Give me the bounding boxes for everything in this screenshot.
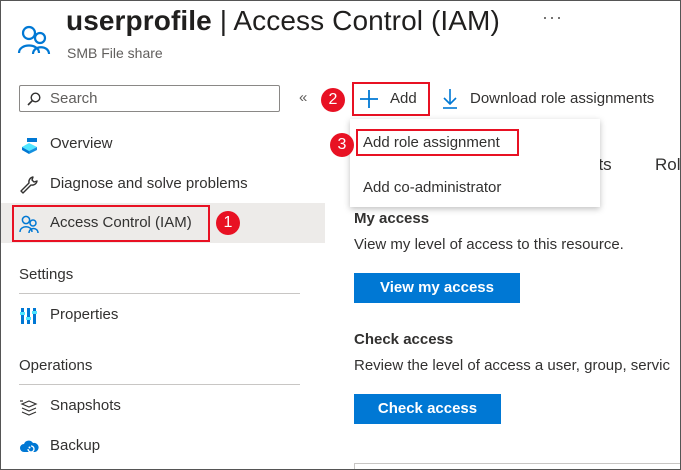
sidebar-item-label: Access Control (IAM) (50, 214, 192, 231)
check-access-description: Review the level of access a user, group… (354, 357, 670, 374)
search-placeholder: Search (50, 90, 98, 107)
content-card-edge (354, 463, 680, 469)
section-heading-settings: Settings (19, 266, 74, 283)
people-icon (17, 23, 51, 57)
check-access-button[interactable]: Check access (354, 394, 501, 424)
sidebar-item-access-control[interactable]: Access Control (IAM) (1, 203, 325, 243)
sidebar-item-snapshots[interactable]: Snapshots (1, 386, 325, 426)
download-role-assignments-button[interactable]: Download role assignments (470, 90, 654, 107)
section-divider (19, 384, 300, 385)
sidebar-item-properties[interactable]: Properties (1, 295, 325, 335)
more-options-icon[interactable]: ··· (542, 7, 563, 28)
snapshots-icon (19, 397, 39, 417)
sidebar-item-overview[interactable]: Overview (1, 124, 325, 164)
callout-badge-1: 1 (216, 211, 240, 235)
add-dropdown-menu: Add role assignment Add co-administrator (350, 119, 600, 207)
sidebar-item-label: Overview (50, 135, 113, 152)
collapse-sidebar-icon[interactable]: « (299, 89, 307, 106)
download-icon (442, 88, 458, 110)
overview-icon (19, 135, 39, 155)
sidebar-item-label: Snapshots (50, 397, 121, 414)
section-divider (19, 293, 300, 294)
view-my-access-button[interactable]: View my access (354, 273, 520, 303)
title-separator: | (211, 5, 234, 36)
tab-roles[interactable]: Rol (655, 155, 680, 175)
page-title: userprofile | Access Control (IAM) (66, 5, 500, 37)
my-access-description: View my level of access to this resource… (354, 236, 624, 253)
search-icon (27, 92, 41, 106)
menu-item-label: Add role assignment (363, 134, 500, 151)
sidebar-item-diagnose[interactable]: Diagnose and solve problems (1, 164, 325, 204)
callout-badge-3: 3 (330, 133, 354, 157)
sidebar-item-label: Diagnose and solve problems (50, 175, 248, 192)
sidebar-item-label: Backup (50, 437, 101, 454)
sidebar-item-label: Properties (50, 306, 119, 323)
resource-name: userprofile (66, 5, 212, 36)
sidebar-item-backup[interactable]: Backup (1, 426, 325, 466)
callout-badge-2: 2 (321, 88, 345, 112)
section-heading-operations: Operations (19, 357, 93, 374)
plus-icon (359, 89, 379, 109)
check-access-heading: Check access (354, 331, 454, 348)
people-icon (19, 214, 39, 234)
page-name: Access Control (IAM) (233, 5, 500, 36)
menu-item-add-role-assignment[interactable]: Add role assignment (356, 129, 519, 156)
resource-type: SMB File share (67, 45, 163, 61)
backup-icon (19, 437, 39, 457)
properties-icon (19, 306, 39, 326)
menu-item-add-co-administrator[interactable]: Add co-administrator (363, 179, 501, 196)
screenshot-frame: userprofile | Access Control (IAM) SMB F… (0, 0, 681, 470)
my-access-heading: My access (354, 210, 430, 227)
wrench-icon (19, 175, 39, 195)
search-input[interactable]: Search (19, 85, 280, 112)
add-button-label: Add (390, 90, 417, 107)
